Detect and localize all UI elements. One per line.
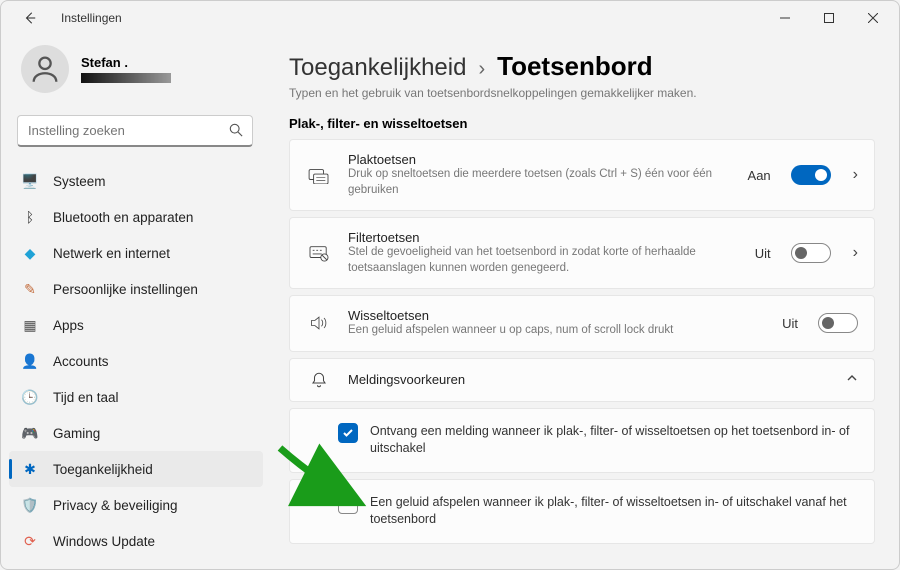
sidebar-item-label: Accounts [53, 354, 109, 369]
sidebar-item-label: Gaming [53, 426, 100, 441]
toggle-keys-sub: Een geluid afspelen wanneer u op caps, n… [348, 323, 766, 339]
sidebar-item-label: Apps [53, 318, 84, 333]
sidebar-item-netwerk-en-internet[interactable]: ◆ Netwerk en internet [9, 235, 263, 271]
filter-keys-row[interactable]: Filtertoetsen Stel de gevoeligheid van h… [289, 217, 875, 289]
sticky-keys-row[interactable]: Plaktoetsen Druk op sneltoetsen die meer… [289, 139, 875, 211]
sidebar-item-gaming[interactable]: 🎮 Gaming [9, 415, 263, 451]
sidebar-item-tijd-en-taal[interactable]: 🕒 Tijd en taal [9, 379, 263, 415]
avatar [21, 45, 69, 93]
nav-icon: ⟳ [21, 532, 39, 550]
main-content: Toegankelijkheid › Toetsenbord Typen en … [269, 35, 899, 569]
toggle-keys-title: Wisseltoetsen [348, 308, 766, 323]
filter-keys-state: Uit [755, 246, 771, 261]
maximize-button[interactable] [807, 3, 851, 33]
titlebar: Instellingen [1, 1, 899, 35]
sidebar-item-windows-update[interactable]: ⟳ Windows Update [9, 523, 263, 559]
nav-icon: 🎮 [21, 424, 39, 442]
notification-prefs-title: Meldingsvoorkeuren [348, 372, 824, 387]
filter-keys-toggle[interactable] [791, 243, 831, 263]
section-heading: Plak-, filter- en wisseltoetsen [289, 112, 875, 139]
nav-icon: ᛒ [21, 208, 39, 226]
sticky-keys-title: Plaktoetsen [348, 152, 732, 167]
sidebar: Stefan . 🖥️ Systeem ᛒ Bluetooth en apparate… [1, 35, 269, 569]
sticky-keys-state: Aan [748, 168, 771, 183]
breadcrumb: Toegankelijkheid › Toetsenbord [289, 35, 875, 84]
sidebar-item-label: Tijd en taal [53, 390, 119, 405]
nav-icon: 🖥️ [21, 172, 39, 190]
sound-checkbox[interactable] [338, 494, 358, 514]
search-input[interactable] [17, 115, 253, 147]
user-name: Stefan . [81, 55, 171, 70]
nav-icon: ✱ [21, 460, 39, 478]
person-icon [28, 52, 62, 86]
sidebar-item-privacy-beveiliging[interactable]: 🛡️ Privacy & beveiliging [9, 487, 263, 523]
nav-icon: 🕒 [21, 388, 39, 406]
sticky-keys-toggle[interactable] [791, 165, 831, 185]
sidebar-item-label: Netwerk en internet [53, 246, 170, 261]
back-button[interactable] [15, 3, 45, 33]
sidebar-item-accounts[interactable]: 👤 Accounts [9, 343, 263, 379]
notification-prefs-row[interactable]: Meldingsvoorkeuren [289, 358, 875, 402]
notify-checkbox-label: Ontvang een melding wanneer ik plak-, fi… [370, 423, 856, 458]
chevron-right-icon: › [478, 58, 485, 81]
notify-checkbox[interactable] [338, 423, 358, 443]
keyboard-icon [306, 166, 332, 184]
sidebar-item-label: Bluetooth en apparaten [53, 210, 193, 225]
sidebar-item-systeem[interactable]: 🖥️ Systeem [9, 163, 263, 199]
sticky-keys-sub: Druk op sneltoetsen die meerdere toetsen… [348, 167, 732, 198]
close-button[interactable] [851, 3, 895, 33]
sidebar-item-bluetooth-en-apparaten[interactable]: ᛒ Bluetooth en apparaten [9, 199, 263, 235]
sidebar-item-label: Persoonlijke instellingen [53, 282, 198, 297]
bell-icon [306, 371, 332, 389]
speaker-icon [306, 314, 332, 332]
check-icon [342, 427, 354, 439]
page-title: Toetsenbord [497, 51, 653, 82]
sidebar-item-toegankelijkheid[interactable]: ✱ Toegankelijkheid [9, 451, 263, 487]
sidebar-item-label: Toegankelijkheid [53, 462, 153, 477]
sidebar-item-apps[interactable]: ▦ Apps [9, 307, 263, 343]
sidebar-item-label: Privacy & beveiliging [53, 498, 178, 513]
sidebar-item-persoonlijke-instellingen[interactable]: ✎ Persoonlijke instellingen [9, 271, 263, 307]
nav-icon: 👤 [21, 352, 39, 370]
user-email-redacted [81, 73, 171, 83]
minimize-button[interactable] [763, 3, 807, 33]
sound-checkbox-label: Een geluid afspelen wanneer ik plak-, fi… [370, 494, 856, 529]
search-icon [229, 123, 243, 142]
window-title: Instellingen [61, 11, 122, 25]
keyboard-block-icon [306, 244, 332, 262]
nav-icon: 🛡️ [21, 496, 39, 514]
arrow-left-icon [23, 11, 37, 25]
nav-icon: ▦ [21, 316, 39, 334]
sidebar-item-label: Windows Update [53, 534, 155, 549]
toggle-keys-toggle[interactable] [818, 313, 858, 333]
filter-keys-title: Filtertoetsen [348, 230, 739, 245]
page-description: Typen en het gebruik van toetsenbordsnel… [289, 84, 875, 112]
sidebar-item-label: Systeem [53, 174, 106, 189]
toggle-keys-row[interactable]: Wisseltoetsen Een geluid afspelen wannee… [289, 295, 875, 352]
notify-checkbox-row[interactable]: Ontvang een melding wanneer ik plak-, fi… [289, 408, 875, 473]
nav-list: 🖥️ Systeem ᛒ Bluetooth en apparaten ◆ Netwerk… [1, 157, 269, 569]
chevron-right-icon: › [847, 166, 858, 184]
chevron-up-icon [840, 371, 858, 389]
nav-icon: ◆ [21, 244, 39, 262]
filter-keys-sub: Stel de gevoeligheid van het toetsenbord… [348, 245, 739, 276]
toggle-keys-state: Uit [782, 316, 798, 331]
search-box [17, 115, 253, 147]
nav-icon: ✎ [21, 280, 39, 298]
breadcrumb-parent[interactable]: Toegankelijkheid [289, 54, 466, 82]
chevron-right-icon: › [847, 244, 858, 262]
sound-checkbox-row[interactable]: Een geluid afspelen wanneer ik plak-, fi… [289, 479, 875, 544]
user-profile[interactable]: Stefan . [1, 41, 269, 107]
